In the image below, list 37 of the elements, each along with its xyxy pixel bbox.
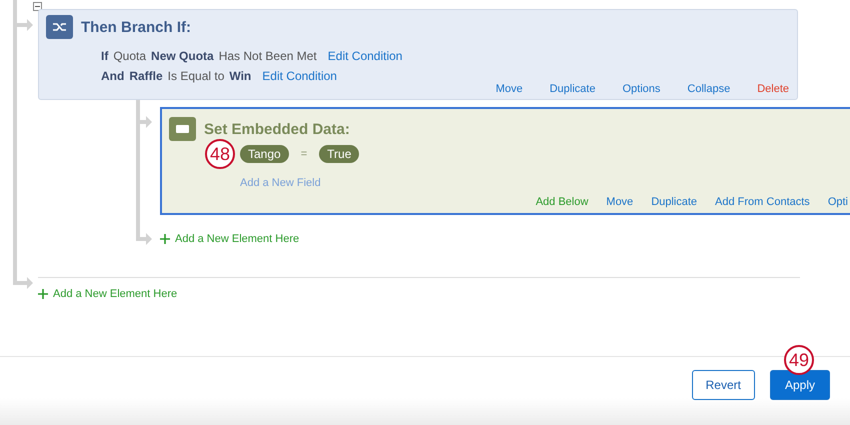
- step-number-badge: 49: [784, 345, 814, 375]
- plus-icon: [38, 289, 48, 299]
- branch-icon: [46, 15, 73, 39]
- action-link[interactable]: Opti: [828, 196, 848, 208]
- condition-keyword: Win: [229, 69, 252, 83]
- add-field-link[interactable]: Add a New Field: [240, 177, 321, 189]
- collapse-icon[interactable]: [33, 2, 42, 11]
- branch-title: Then Branch If:: [81, 18, 192, 36]
- equals-operator: =: [300, 148, 308, 160]
- edit-condition-link[interactable]: Edit Condition: [262, 69, 337, 83]
- action-link[interactable]: Duplicate: [550, 83, 596, 95]
- condition-text: Quota: [113, 49, 146, 63]
- embedded-data-icon: [169, 117, 196, 141]
- add-element-link[interactable]: Add a New Element Here: [38, 288, 178, 300]
- action-link[interactable]: Options: [622, 83, 660, 95]
- plus-icon: [160, 234, 170, 244]
- condition-keyword: And: [101, 69, 124, 83]
- condition-keyword: Raffle: [129, 69, 163, 83]
- action-link[interactable]: Collapse: [687, 83, 730, 95]
- action-link[interactable]: Add Below: [536, 196, 588, 208]
- apply-button[interactable]: Apply: [770, 370, 830, 400]
- condition-keyword: If: [101, 49, 108, 63]
- action-link[interactable]: Move: [496, 83, 523, 95]
- field-value[interactable]: True: [319, 145, 360, 163]
- step-number-badge: 48: [205, 139, 235, 169]
- add-element-link[interactable]: Add a New Element Here: [160, 233, 300, 245]
- action-link[interactable]: Delete: [757, 83, 789, 95]
- action-link[interactable]: Move: [606, 196, 634, 208]
- field-name[interactable]: Tango: [240, 145, 289, 163]
- condition-text: Has Not Been Met: [218, 49, 317, 63]
- edit-condition-link[interactable]: Edit Condition: [328, 49, 402, 63]
- condition-keyword: New Quota: [151, 49, 214, 63]
- action-link[interactable]: Duplicate: [651, 196, 698, 208]
- action-link[interactable]: Add From Contacts: [715, 196, 810, 208]
- condition-text: Is Equal to: [168, 69, 224, 83]
- embedded-data-title: Set Embedded Data:: [204, 120, 350, 138]
- revert-button[interactable]: Revert: [692, 370, 755, 400]
